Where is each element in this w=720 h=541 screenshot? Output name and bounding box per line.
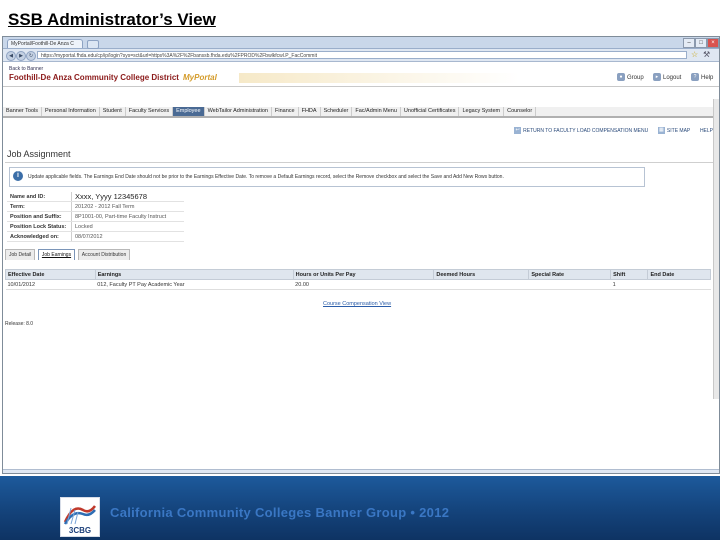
subtabs: Job Detail Job Earnings Account Distribu…: [5, 249, 131, 260]
table-row: 10/01/2012 012, Faculty PT Pay Academic Y…: [5, 279, 711, 290]
menu-item-legacy-system[interactable]: Legacy System: [459, 107, 505, 116]
position-label: Position and Suffix:: [7, 211, 72, 222]
column-header: End Date: [647, 269, 711, 280]
menu-item-counselor[interactable]: Counselor: [504, 107, 537, 116]
term-label: Term:: [7, 201, 72, 212]
info-message: Update applicable fields. The Earnings E…: [28, 174, 504, 180]
district-name: Foothill-De Anza Community College Distr…: [9, 73, 179, 82]
table-cell[interactable]: 012, Faculty PT Pay Academic Year: [95, 279, 294, 290]
table-cell[interactable]: 10/01/2012: [5, 279, 96, 290]
return-link[interactable]: ↩ RETURN TO FACULTY LOAD COMPENSATION MEN…: [514, 127, 648, 135]
reload-icon[interactable]: ↻: [26, 51, 36, 61]
menu-item-faculty-services[interactable]: Faculty Services: [126, 107, 174, 116]
slide-title: SSB Administrator’s View: [8, 10, 216, 29]
column-header: Earnings: [94, 269, 294, 280]
position-value: 8P1001-00, Part-time Faculty Instruct: [71, 211, 184, 222]
menu-item-unofficial-certificates[interactable]: Unofficial Certificates: [401, 107, 460, 116]
detail-row-lock: Position Lock Status: Locked: [7, 221, 184, 232]
3cbg-logo: 3CBG: [60, 497, 100, 537]
new-tab-button[interactable]: [87, 40, 99, 49]
detail-row-position: Position and Suffix: 8P1001-00, Part-tim…: [7, 211, 184, 222]
menu-item-webtailor-administration[interactable]: WebTailor Administration: [205, 107, 272, 116]
vertical-scrollbar[interactable]: [713, 99, 719, 399]
sitemap-icon: ▦: [657, 127, 665, 135]
job-details-table: Name and ID: Xxxx, Yyyy 12345678 Term: 2…: [7, 192, 184, 242]
detail-row-ack: Acknowledged on: 08/07/2012: [7, 231, 184, 242]
info-icon: i: [13, 171, 23, 181]
main-menu: Banner Tools Personal Information Student F…: [3, 107, 719, 118]
earnings-table: Effective Date Earnings Hours or Units Per…: [5, 269, 711, 290]
table-cell[interactable]: [528, 279, 611, 290]
maximize-icon[interactable]: □: [695, 38, 707, 48]
info-box: i Update applicable fields. The Earnings…: [9, 167, 645, 187]
name-label: Name and ID:: [7, 192, 72, 202]
menu-item-employee[interactable]: Employee: [173, 107, 205, 116]
page-title: Job Assignment: [7, 149, 71, 159]
help-page-link[interactable]: HELP: [700, 127, 713, 135]
logo-text: 3CBG: [69, 526, 91, 535]
heading-divider: [5, 162, 717, 163]
return-icon: ↩: [514, 127, 522, 135]
column-header: Shift: [610, 269, 649, 280]
logout-icon: ▸: [653, 73, 661, 82]
logo-graphic-icon: 3CBG: [63, 505, 96, 535]
lock-status-label: Position Lock Status:: [7, 221, 72, 232]
table-cell[interactable]: [647, 279, 711, 290]
name-value: Xxxx, Yyyy 12345678: [71, 192, 184, 202]
bookmark-star-icon[interactable]: ☆: [691, 50, 698, 59]
logout-link[interactable]: ▸ Logout: [653, 73, 681, 83]
browser-status-bar: [3, 469, 719, 473]
column-header: Effective Date: [5, 269, 96, 280]
menu-item-personal-information[interactable]: Personal Information: [42, 107, 100, 116]
lock-status-value: Locked: [71, 221, 184, 232]
page-links: ↩ RETURN TO FACULTY LOAD COMPENSATION MEN…: [506, 127, 713, 135]
menu-item-fac-admin-menu[interactable]: Fac/Admin Menu: [352, 107, 401, 116]
menu-item-scheduler[interactable]: Scheduler: [321, 107, 353, 116]
acknowledged-label: Acknowledged on:: [7, 231, 72, 242]
help-icon: ?: [691, 73, 699, 82]
tab-account-distribution[interactable]: Account Distribution: [77, 249, 131, 260]
course-compensation-link[interactable]: Course Compensation View: [323, 301, 391, 307]
banner-gradient: [239, 73, 519, 83]
menu-item-banner-tools[interactable]: Banner Tools: [3, 107, 43, 116]
table-cell[interactable]: 20.00: [293, 279, 434, 290]
menu-item-finance[interactable]: Finance: [272, 107, 299, 116]
url-input[interactable]: https://myportal.fhda.edu/cp/ip/login?sy…: [37, 51, 687, 59]
acknowledged-value: 08/07/2012: [71, 231, 184, 242]
column-header: Deemed Hours: [433, 269, 530, 280]
site-map-link[interactable]: ▦ SITE MAP: [657, 127, 690, 135]
menu-item-fhda[interactable]: FHDA: [299, 107, 321, 116]
address-bar: ◀ ▶ ↻ https://myportal.fhda.edu/cp/ip/lo…: [3, 49, 719, 62]
earnings-body: 10/01/2012 012, Faculty PT Pay Academic Y…: [5, 279, 711, 290]
browser-tabstrip: MyPortal/Foothill-De Anza C – □ ×: [3, 37, 719, 49]
table-cell[interactable]: 1: [610, 279, 648, 290]
term-value: 201202 - 2012 Fall Term: [71, 201, 184, 212]
myportal-logo: MyPortal: [183, 73, 217, 82]
group-icon: ●: [617, 73, 625, 82]
wrench-icon[interactable]: ⚒: [703, 50, 710, 59]
forward-icon[interactable]: ▶: [16, 51, 26, 61]
footer-text: California Community Colleges Banner Gro…: [110, 505, 450, 520]
detail-row-term: Term: 201202 - 2012 Fall Term: [7, 201, 184, 212]
menu-item-student[interactable]: Student: [100, 107, 126, 116]
table-cell[interactable]: [433, 279, 529, 290]
detail-row-name: Name and ID: Xxxx, Yyyy 12345678: [7, 192, 184, 202]
earnings-header-row: Effective Date Earnings Hours or Units Per…: [5, 269, 711, 280]
browser-screenshot: MyPortal/Foothill-De Anza C – □ × ◀ ▶ ↻ …: [2, 36, 720, 474]
close-icon[interactable]: ×: [707, 38, 719, 48]
release-text: Release: 8.0: [5, 321, 34, 327]
minimize-icon[interactable]: –: [683, 38, 695, 48]
group-link[interactable]: ● Group: [617, 73, 644, 83]
help-link[interactable]: ? Help: [691, 73, 713, 83]
browser-tab[interactable]: MyPortal/Foothill-De Anza C: [7, 39, 83, 48]
back-icon[interactable]: ◀: [6, 51, 16, 61]
tab-job-earnings[interactable]: Job Earnings: [37, 249, 76, 260]
tab-job-detail[interactable]: Job Detail: [5, 249, 36, 260]
column-header: Special Rate: [528, 269, 612, 280]
column-header: Hours or Units Per Pay: [292, 269, 435, 280]
